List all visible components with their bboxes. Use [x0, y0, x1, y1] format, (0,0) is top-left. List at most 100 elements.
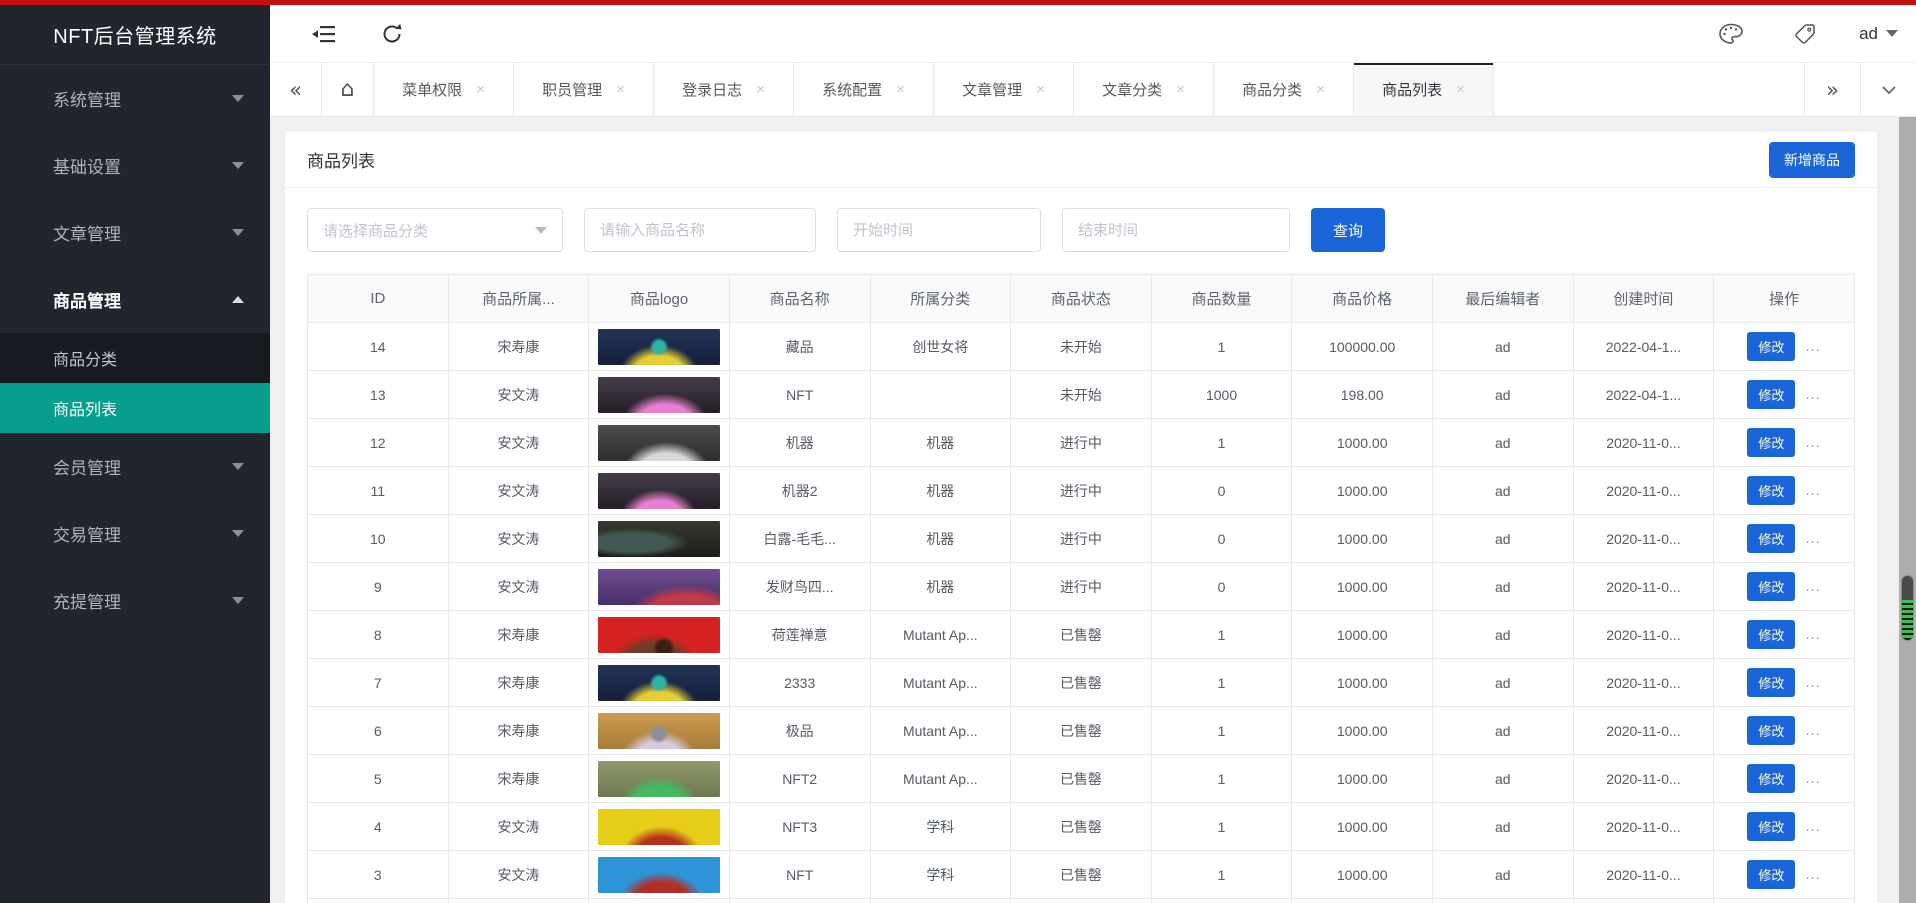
more-actions-button[interactable]: ...: [1805, 818, 1821, 835]
tab-close-icon[interactable]: ×: [896, 81, 905, 98]
search-button[interactable]: 查询: [1311, 208, 1385, 252]
table-row: 4 安文涛 NFT3 学科 已售罄 1 1000.00 ad 2020-11-0…: [307, 802, 1855, 851]
user-menu[interactable]: ad: [1859, 24, 1898, 44]
tab-close-icon[interactable]: ×: [756, 81, 765, 98]
cell-editor: ad: [1432, 898, 1574, 903]
sidebar-collapse-icon[interactable]: [304, 17, 344, 51]
more-actions-button[interactable]: ...: [1805, 770, 1821, 787]
sidebar-menu-item[interactable]: 商品管理: [0, 266, 270, 333]
end-time-input[interactable]: [1062, 208, 1290, 252]
cell-price: 1000.00: [1291, 850, 1433, 899]
cell-logo: [588, 610, 730, 659]
edit-button[interactable]: 修改: [1747, 332, 1796, 361]
edit-button[interactable]: 修改: [1747, 572, 1796, 601]
sidebar-menu-label: 会员管理: [53, 459, 121, 478]
edit-button[interactable]: 修改: [1747, 380, 1796, 409]
cell-category: 学科: [869, 898, 1012, 903]
cell-owner: 宋寿康: [447, 754, 590, 803]
edit-button[interactable]: 修改: [1747, 764, 1796, 793]
scrollbar-thumb[interactable]: [1901, 575, 1914, 641]
tab-item[interactable]: 职员管理 ×: [514, 63, 654, 116]
tab-item[interactable]: 登录日志 ×: [654, 63, 794, 116]
more-actions-button[interactable]: ...: [1805, 866, 1821, 883]
cell-logo: [588, 418, 730, 467]
tabs-scroll-left-icon[interactable]: «: [270, 63, 322, 116]
edit-button[interactable]: 修改: [1747, 524, 1796, 553]
more-actions-button[interactable]: ...: [1805, 578, 1821, 595]
sidebar-menu-item[interactable]: 文章管理: [0, 199, 270, 266]
product-name-input[interactable]: [584, 208, 816, 252]
cell-created: 2020-11-0...: [1572, 850, 1715, 899]
tab-close-icon[interactable]: ×: [1036, 81, 1045, 98]
theme-palette-icon[interactable]: [1711, 17, 1751, 51]
tab-item[interactable]: 商品列表 ×: [1354, 63, 1494, 116]
tab-item[interactable]: 系统配置 ×: [794, 63, 934, 116]
table-column-header: 商品状态: [1010, 274, 1152, 323]
tab-label: 商品列表: [1382, 82, 1443, 99]
sidebar-menu-item[interactable]: 交易管理: [0, 500, 270, 567]
cell-editor: ad: [1432, 802, 1574, 851]
start-time-input[interactable]: [837, 208, 1041, 252]
tab-close-icon[interactable]: ×: [476, 81, 485, 98]
cell-quantity: 1: [1150, 898, 1293, 903]
tab-item[interactable]: 文章管理 ×: [934, 63, 1074, 116]
tab-close-icon[interactable]: ×: [616, 81, 625, 98]
sidebar-menu-item[interactable]: 会员管理: [0, 433, 270, 500]
more-actions-button[interactable]: ...: [1805, 626, 1821, 643]
tab-close-icon[interactable]: ×: [1316, 81, 1325, 98]
cell-category: [869, 370, 1012, 419]
sidebar-menu-item[interactable]: 充提管理: [0, 567, 270, 634]
home-tab-icon[interactable]: ⌂: [322, 63, 374, 116]
cell-status: 已售罄: [1010, 754, 1152, 803]
tab-item[interactable]: 商品分类 ×: [1214, 63, 1354, 116]
edit-button[interactable]: 修改: [1747, 620, 1796, 649]
sidebar-submenu-item[interactable]: 商品列表: [0, 383, 270, 433]
tab-close-icon[interactable]: ×: [1456, 81, 1465, 98]
sidebar-submenu-item[interactable]: 商品分类: [0, 333, 270, 383]
edit-button[interactable]: 修改: [1747, 668, 1796, 697]
more-actions-button[interactable]: ...: [1805, 482, 1821, 499]
tab-item[interactable]: 菜单权限 ×: [374, 63, 514, 116]
cell-name: 机器2: [728, 466, 871, 515]
table-row: 6 宋寿康 极品 Mutant Ap... 已售罄 1 1000.00 ad 2…: [307, 706, 1855, 755]
page-title: 商品列表: [307, 152, 375, 171]
more-actions-button[interactable]: ...: [1805, 386, 1821, 403]
sidebar-menu: 系统管理 基础设置 文章管理 商品管理 商品分类 商品列表 会员管理 交易管理 …: [0, 65, 270, 634]
edit-button[interactable]: 修改: [1747, 860, 1796, 889]
cell-status: 已售罄: [1010, 802, 1152, 851]
tab-close-icon[interactable]: ×: [1176, 81, 1185, 98]
sidebar-menu-item[interactable]: 系统管理: [0, 65, 270, 132]
tabs-scroll-right-icon[interactable]: »: [1804, 63, 1860, 116]
cell-quantity: 1: [1150, 610, 1293, 659]
cell-created: 2020-11-0...: [1572, 514, 1715, 563]
cell-logo: [588, 514, 730, 563]
tab-item[interactable]: 文章分类 ×: [1074, 63, 1214, 116]
product-logo-image: [598, 328, 721, 365]
refresh-icon[interactable]: [372, 17, 412, 51]
more-actions-button[interactable]: ...: [1805, 338, 1821, 355]
cell-logo: [588, 562, 730, 611]
category-select[interactable]: 请选择商品分类: [307, 208, 563, 252]
page-scrollbar[interactable]: [1899, 117, 1916, 903]
tag-icon[interactable]: [1785, 17, 1825, 51]
more-actions-button[interactable]: ...: [1805, 434, 1821, 451]
tabs-menu-chevron-icon[interactable]: [1860, 63, 1916, 116]
table-row: 10 安文涛 白露-毛毛... 机器 进行中 0 1000.00 ad 2020…: [307, 514, 1855, 563]
edit-button[interactable]: 修改: [1747, 812, 1796, 841]
more-actions-button[interactable]: ...: [1805, 674, 1821, 691]
edit-button[interactable]: 修改: [1747, 476, 1796, 505]
content-area: 商品列表 新增商品 请选择商品分类 查询 ID商品所属...商品logo商品名称…: [270, 117, 1916, 903]
cell-created: 2020-11-0...: [1572, 754, 1715, 803]
sidebar-menu-label: 商品管理: [53, 292, 121, 311]
open-tabs: 菜单权限 × 职员管理 × 登录日志 × 系统配置 × 文章管理 × 文章分类 …: [374, 63, 1494, 116]
cell-status: 已售罄: [1010, 898, 1152, 903]
edit-button[interactable]: 修改: [1747, 428, 1796, 457]
add-product-button[interactable]: 新增商品: [1769, 141, 1855, 178]
edit-button[interactable]: 修改: [1747, 716, 1796, 745]
product-logo-image: [598, 424, 721, 461]
more-actions-button[interactable]: ...: [1805, 722, 1821, 739]
more-actions-button[interactable]: ...: [1805, 530, 1821, 547]
sidebar-menu-item[interactable]: 基础设置: [0, 132, 270, 199]
cell-id: 10: [307, 514, 449, 563]
cell-price: 198.00: [1291, 370, 1433, 419]
